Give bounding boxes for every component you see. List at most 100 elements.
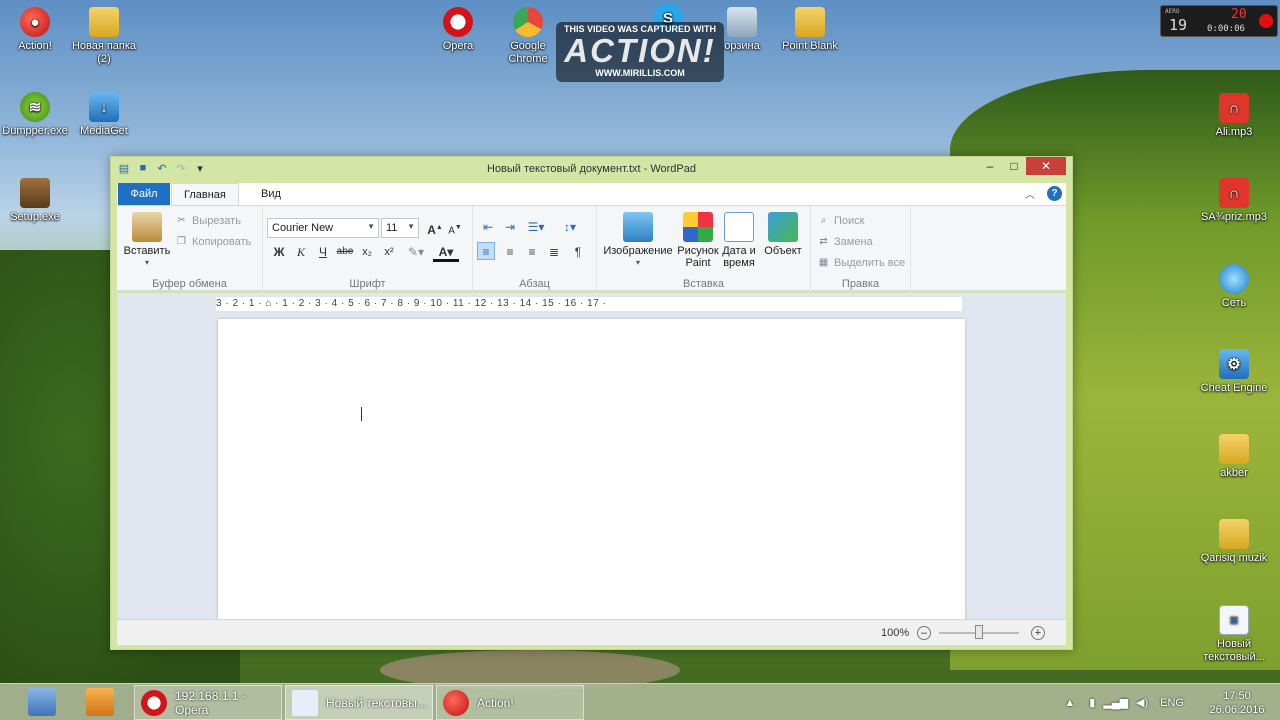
- font-size-select[interactable]: 11 ▼: [381, 218, 419, 238]
- folder-icon: [795, 7, 825, 37]
- ribbon-tabs: Файл Главная Вид ︿ ?: [117, 183, 1066, 205]
- copy-icon: ❐: [177, 236, 186, 247]
- group-paragraph: ⇤ ⇥ ☰▾ ↕▾ ≡ ≡ ≡ ≣ ¶ Абзац: [473, 206, 597, 292]
- insert-object-button[interactable]: Объект: [761, 212, 805, 257]
- volume-icon[interactable]: ◀): [1136, 696, 1148, 709]
- folder-icon: [89, 7, 119, 37]
- desktop-icon-point-blank[interactable]: Point Blank: [772, 7, 848, 53]
- zoom-slider-thumb[interactable]: [975, 625, 983, 639]
- show-hidden-icons-icon[interactable]: ▲: [1064, 697, 1075, 709]
- desktop-icon-ali-mp3[interactable]: ∩ Ali.mp3: [1196, 93, 1272, 139]
- paste-button[interactable]: Вставить ▾: [123, 212, 171, 269]
- chevron-down-icon: ▼: [407, 222, 415, 231]
- desktop-icon-supriz-mp3[interactable]: ∩ SÄ¾priz.mp3: [1196, 178, 1272, 224]
- title-bar[interactable]: ▤ ■ ↶ ↷ ▾ Новый текстовый документ.txt -…: [111, 157, 1072, 183]
- justify-icon[interactable]: ≣: [545, 243, 563, 261]
- close-button[interactable]: ✕: [1026, 157, 1066, 175]
- opera-icon: [141, 689, 167, 716]
- minimize-button[interactable]: –: [978, 157, 1002, 175]
- align-left-icon[interactable]: ≡: [477, 242, 495, 260]
- calendar-icon: [724, 212, 754, 242]
- desktop-icon-network[interactable]: Сеть: [1196, 264, 1272, 310]
- paint-drawing-button[interactable]: Рисунок Paint: [677, 212, 719, 269]
- group-insert: Изображение ▾ Рисунок Paint Дата и время…: [597, 206, 811, 292]
- superscript-button[interactable]: x²: [379, 242, 399, 262]
- desktop-icon-new-folder[interactable]: Новая папка (2): [66, 7, 142, 66]
- group-clipboard: Вставить ▾ ✂ Вырезать ❐ Копировать Буфер о…: [117, 206, 263, 292]
- line-spacing-icon[interactable]: ↕▾: [557, 218, 583, 236]
- select-all-button[interactable]: ▦ Выделить все: [817, 256, 905, 269]
- speaker-app-icon[interactable]: [28, 688, 56, 716]
- grow-font-button[interactable]: A▲: [425, 218, 445, 238]
- desktop-icon-mediaget[interactable]: ↓ MediaGet: [66, 92, 142, 138]
- action-icon: [443, 689, 469, 716]
- copy-button[interactable]: ❐ Копировать: [175, 235, 251, 248]
- insert-image-button[interactable]: Изображение ▾: [601, 212, 675, 269]
- desktop-icon-qarisiq-muzik[interactable]: Qarisiq muzik: [1196, 519, 1272, 565]
- desktop-icon-setup[interactable]: Setup.exe: [0, 178, 73, 224]
- desktop-icon-akber[interactable]: akber: [1196, 434, 1272, 480]
- record-icon[interactable]: [1259, 14, 1273, 28]
- desktop-icon-new-text-doc[interactable]: ≡ Новый текстовый...: [1196, 605, 1272, 664]
- document-page[interactable]: [218, 319, 965, 619]
- bullet-list-icon[interactable]: ☰▾: [523, 218, 549, 236]
- folder-icon: [1219, 519, 1249, 549]
- subscript-button[interactable]: x₂: [357, 242, 377, 262]
- taskbar-task-wordpad[interactable]: Новый текстовы...: [285, 685, 433, 720]
- tab-view[interactable]: Вид: [249, 183, 293, 205]
- strikethrough-button[interactable]: abe: [335, 242, 355, 262]
- mediaget-icon: ↓: [89, 92, 119, 122]
- network-icon: [1219, 264, 1249, 294]
- shrink-font-button[interactable]: A▼: [445, 218, 465, 238]
- maximize-button[interactable]: □: [1002, 157, 1026, 175]
- decrease-indent-icon[interactable]: ⇤: [479, 218, 497, 236]
- desktop-icon-dumpper[interactable]: ≋ Dumpper.exe: [0, 92, 73, 138]
- desktop-icon-cheat-engine[interactable]: ⚙ Cheat Engine: [1196, 349, 1272, 395]
- replace-icon: ⇄: [819, 236, 828, 247]
- folder-icon: [1219, 434, 1249, 464]
- font-color-button[interactable]: A▾: [433, 242, 459, 262]
- taskbar-task-opera[interactable]: 192.168.1.1 - Opera: [134, 685, 282, 720]
- highlight-color-button[interactable]: ✎▾: [403, 242, 429, 262]
- collapse-ribbon-icon[interactable]: ︿: [1025, 186, 1035, 201]
- image-icon: [623, 212, 653, 242]
- object-icon: [768, 212, 798, 242]
- bold-button[interactable]: Ж: [269, 242, 289, 262]
- ruler[interactable]: 3 · 2 · 1 · ⌂ · 1 · 2 · 3 · 4 · 5 · 6 · …: [117, 293, 1066, 315]
- increase-indent-icon[interactable]: ⇥: [501, 218, 519, 236]
- replace-button[interactable]: ⇄ Замена: [817, 235, 872, 248]
- headphones-icon: ∩: [1219, 93, 1249, 123]
- align-right-icon[interactable]: ≡: [523, 243, 541, 261]
- desktop-icon-opera[interactable]: Opera: [420, 7, 496, 53]
- media-player-icon[interactable]: [86, 688, 114, 716]
- italic-button[interactable]: К: [291, 242, 311, 262]
- zoom-in-button[interactable]: +: [1031, 626, 1045, 640]
- paragraph-settings-icon[interactable]: ¶: [569, 243, 587, 261]
- underline-button[interactable]: Ч: [313, 242, 333, 262]
- desktop-icon-chrome[interactable]: Google Chrome: [490, 7, 566, 66]
- action-icon: ●: [20, 7, 50, 37]
- wifi-icon: ≋: [20, 92, 50, 122]
- cut-button[interactable]: ✂ Вырезать: [175, 214, 241, 227]
- signal-icon[interactable]: ▂▄▆: [1103, 696, 1128, 709]
- text-cursor: [361, 407, 367, 421]
- date-time-button[interactable]: Дата и время: [719, 212, 759, 269]
- ruler-scale: 3 · 2 · 1 · ⌂ · 1 · 2 · 3 · 4 · 5 · 6 · …: [216, 297, 962, 311]
- chevron-down-icon: ▾: [635, 258, 640, 267]
- chrome-icon: [513, 7, 543, 37]
- zoom-level: 100%: [881, 627, 910, 639]
- language-indicator[interactable]: ENG: [1160, 697, 1184, 709]
- zoom-out-button[interactable]: –: [917, 626, 931, 640]
- tab-home[interactable]: Главная: [171, 183, 239, 205]
- window-title: Новый текстовый документ.txt - WordPad: [487, 163, 696, 175]
- desktop-icon-action[interactable]: ● Action!: [0, 7, 73, 53]
- document-area: [117, 315, 1066, 619]
- font-family-select[interactable]: Courier New ▼: [267, 218, 379, 238]
- align-center-icon[interactable]: ≡: [501, 243, 519, 261]
- taskbar-task-action[interactable]: Action!: [436, 685, 584, 720]
- find-button[interactable]: ⌕ Поиск: [817, 214, 865, 227]
- help-icon[interactable]: ?: [1047, 186, 1062, 201]
- tab-file[interactable]: Файл: [118, 183, 170, 205]
- battery-icon[interactable]: ▮: [1089, 696, 1095, 709]
- clock[interactable]: 17:50 26.06.2016: [1194, 689, 1280, 717]
